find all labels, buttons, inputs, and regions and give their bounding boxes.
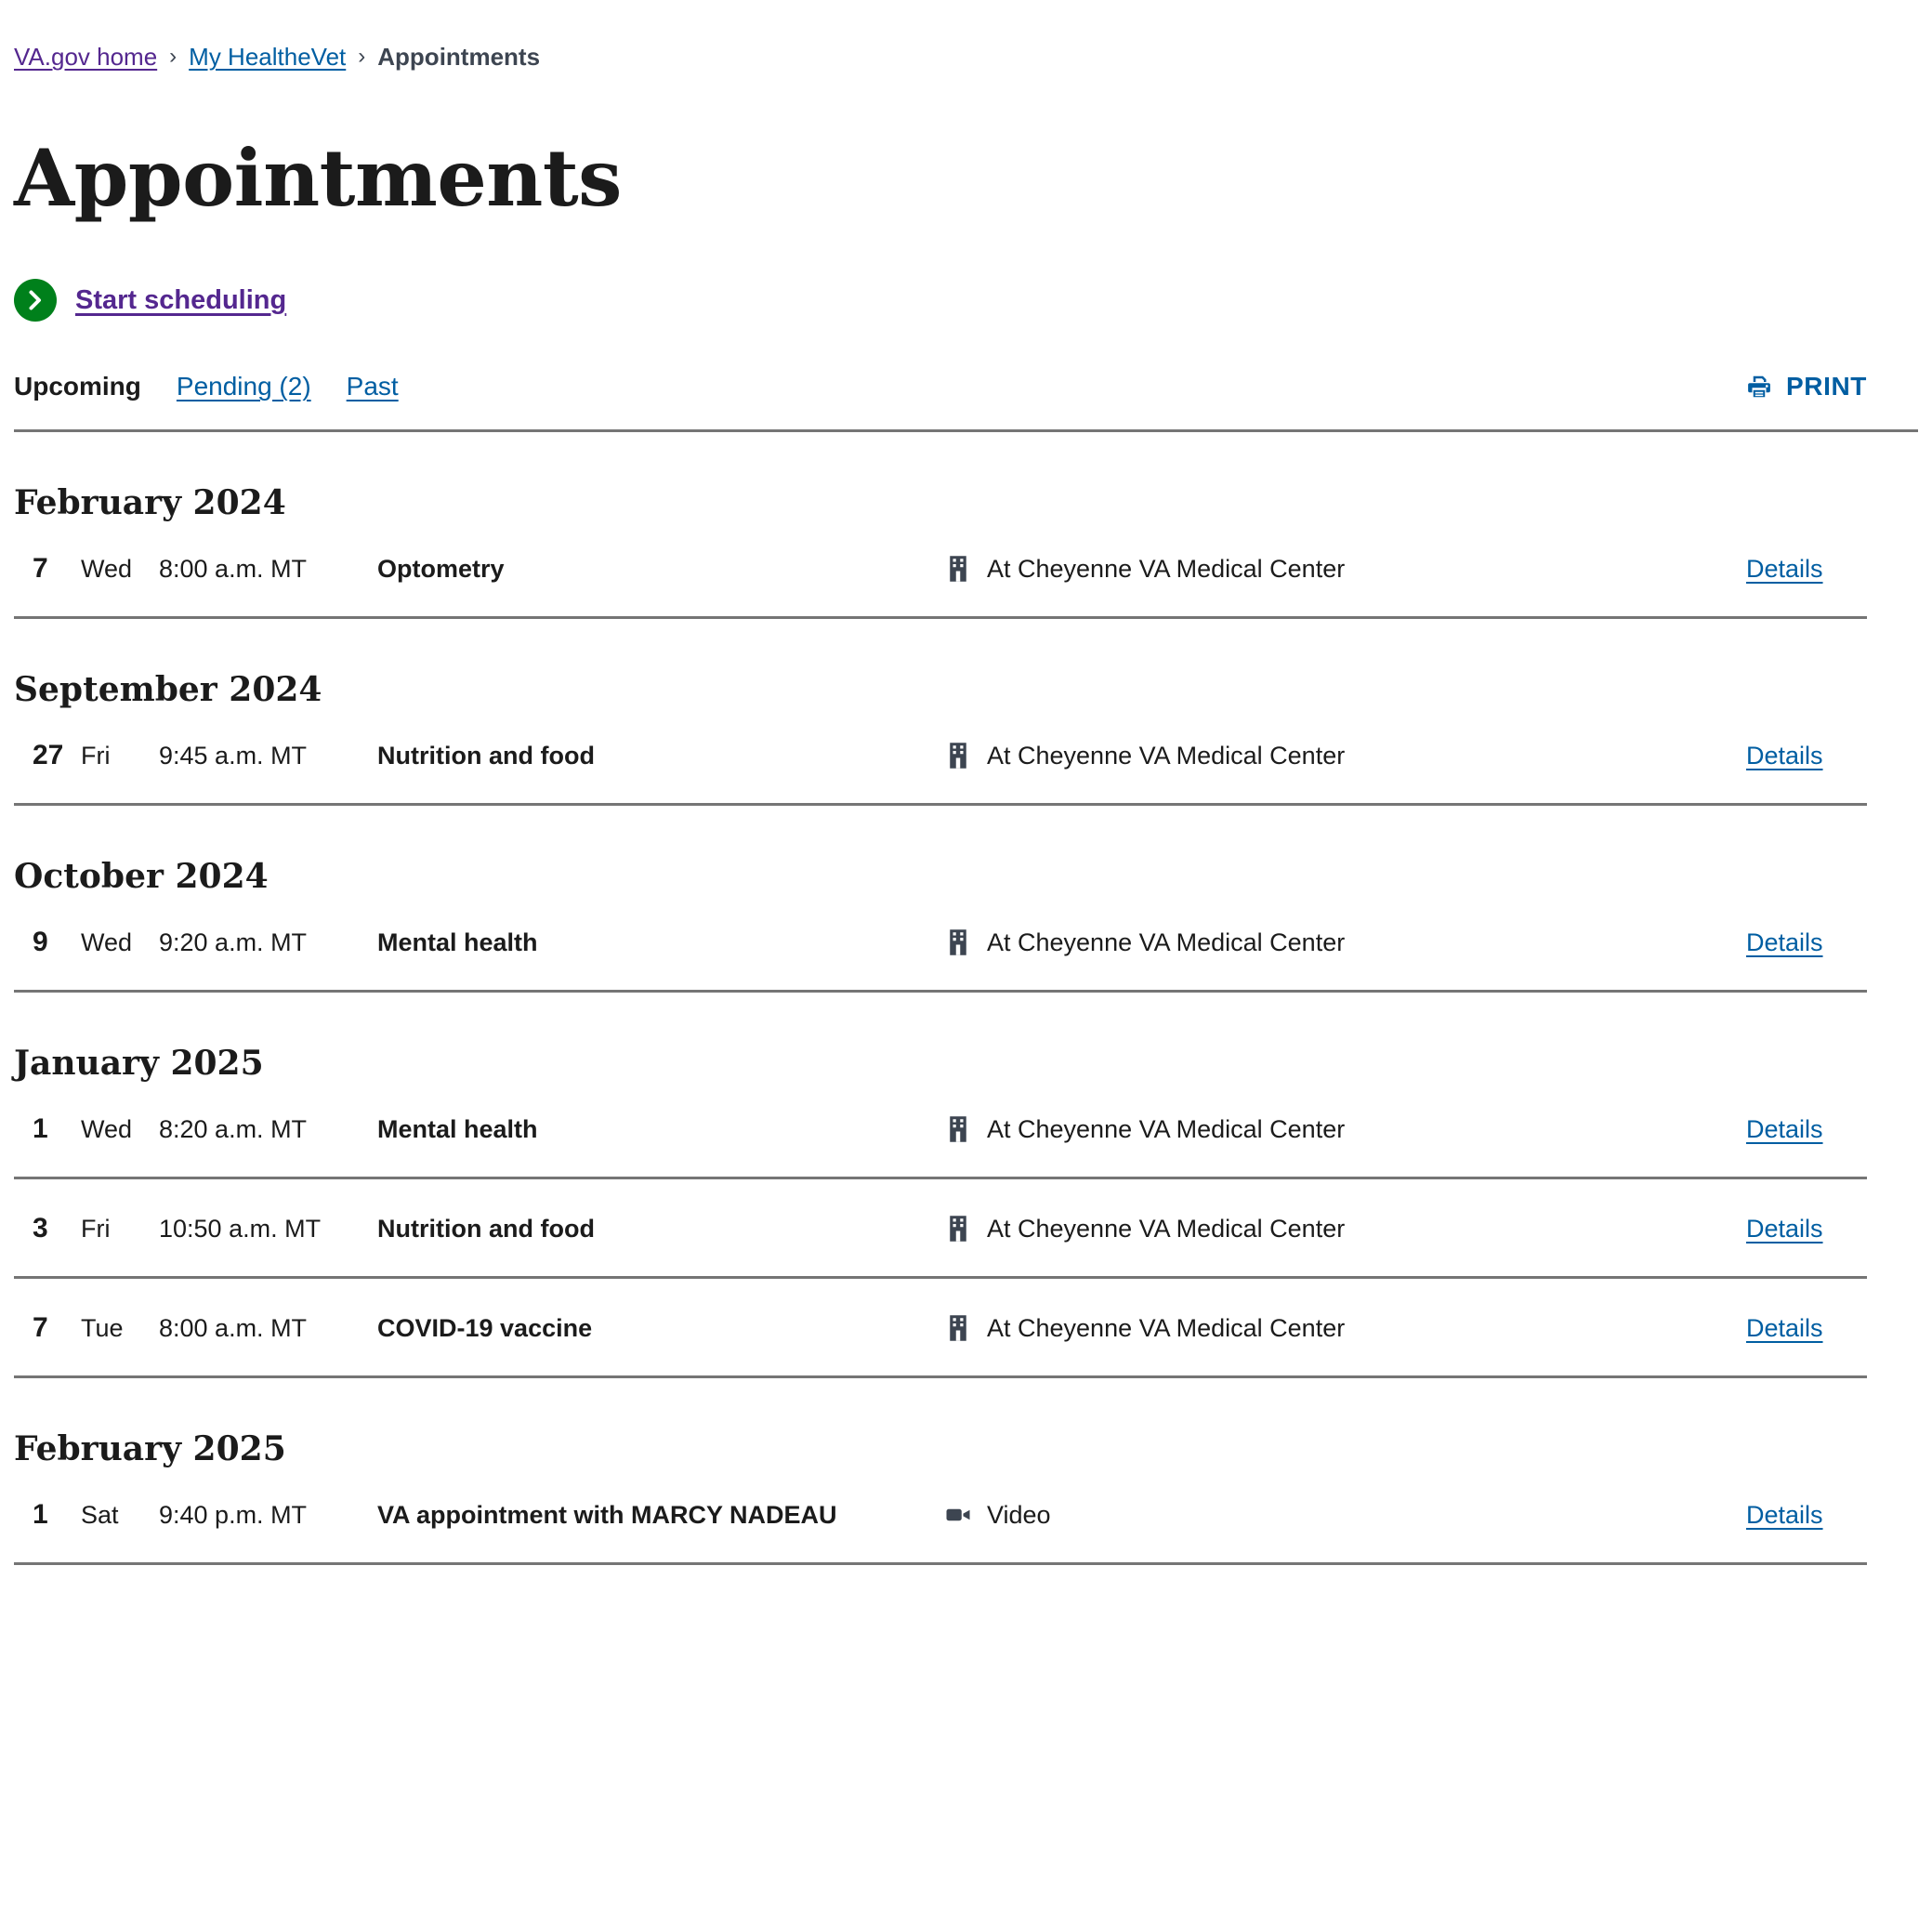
appointment-time: 10:50 a.m. MT [159, 1214, 322, 1243]
appointment-location-text: At Cheyenne VA Medical Center [987, 1114, 1346, 1143]
breadcrumb-item-va-gov-home[interactable]: VA.gov home [14, 45, 157, 69]
appointment-location: At Cheyenne VA Medical Center [944, 742, 1746, 770]
appointment-type: COVID-19 vaccine [377, 1313, 593, 1342]
building-icon [944, 1314, 972, 1342]
appointment-day: 9 [33, 927, 48, 957]
building-icon [944, 928, 972, 956]
appointment-weekday: Fri [81, 741, 111, 770]
month-heading: September 2024 [14, 670, 322, 709]
month-heading: October 2024 [14, 857, 269, 896]
appointment-day: 27 [33, 740, 64, 770]
appointment-row[interactable]: 1 Wed 8:20 a.m. MT Mental health At Cheyenne… [14, 1080, 1867, 1179]
appointment-time: 8:00 a.m. MT [159, 554, 308, 583]
appointment-weekday: Wed [81, 1114, 133, 1143]
appointment-row[interactable]: 7 Tue 8:00 a.m. MT COVID-19 vaccine At Cheye… [14, 1279, 1867, 1378]
appointment-weekday: Sat [81, 1500, 119, 1529]
start-scheduling-link[interactable]: Start scheduling [14, 279, 286, 322]
print-label: PRINT [1786, 372, 1867, 401]
tab-pending[interactable]: Pending (2) [177, 372, 311, 401]
appointment-day: 1 [33, 1113, 48, 1144]
appointment-time: 9:45 a.m. MT [159, 741, 308, 770]
month-heading: February 2025 [14, 1429, 286, 1468]
appointments-page: VA.gov home › My HealtheVet › Appointmen… [0, 0, 1932, 1908]
appointment-location: At Cheyenne VA Medical Center [944, 1115, 1746, 1144]
appointment-details-cell: Details [1746, 1115, 1867, 1144]
appointment-time: 9:40 p.m. MT [159, 1500, 308, 1529]
appointment-weekday: Wed [81, 554, 133, 583]
appointment-weekday: Tue [81, 1313, 124, 1342]
appointment-day: 7 [33, 1312, 48, 1343]
details-link[interactable]: Details [1746, 1115, 1823, 1143]
appointment-type: VA appointment with MARCY NADEAU [377, 1500, 837, 1529]
appointment-location: At Cheyenne VA Medical Center [944, 555, 1746, 584]
details-link[interactable]: Details [1746, 1501, 1823, 1529]
appointment-location-text: At Cheyenne VA Medical Center [987, 554, 1346, 583]
appointment-location-text: Video [987, 1500, 1051, 1529]
details-link[interactable]: Details [1746, 928, 1823, 956]
appointment-location-text: At Cheyenne VA Medical Center [987, 741, 1346, 770]
tab-bar: Upcoming Pending (2) Past PRINT [14, 372, 1918, 432]
printer-icon [1745, 373, 1773, 401]
appointment-row[interactable]: 1 Sat 9:40 p.m. MT VA appointment with MARC… [14, 1466, 1867, 1565]
tab-past[interactable]: Past [347, 372, 399, 401]
appointment-row[interactable]: 27 Fri 9:45 a.m. MT Nutrition and food At Ch… [14, 706, 1867, 806]
appointment-row[interactable]: 3 Fri 10:50 a.m. MT Nutrition and food At Ch… [14, 1179, 1867, 1279]
appointment-day: 1 [33, 1499, 48, 1530]
appointment-type: Mental health [377, 1114, 538, 1143]
appointment-details-cell: Details [1746, 555, 1867, 584]
breadcrumb-separator-icon: › [169, 44, 177, 69]
appointment-weekday: Wed [81, 928, 133, 956]
appointment-location: At Cheyenne VA Medical Center [944, 1314, 1746, 1343]
breadcrumb-item-appointments: Appointments [377, 43, 541, 71]
details-link[interactable]: Details [1746, 555, 1823, 583]
print-button[interactable]: PRINT [1745, 372, 1867, 401]
appointment-location: Video [944, 1501, 1746, 1530]
tab-list: Upcoming Pending (2) Past [14, 372, 434, 401]
appointment-weekday: Fri [81, 1214, 111, 1243]
month-heading: January 2025 [14, 1044, 264, 1083]
video-camera-icon [944, 1501, 972, 1529]
appointment-time: 8:00 a.m. MT [159, 1313, 308, 1342]
appointment-type: Nutrition and food [377, 1214, 595, 1243]
appointments-list: February 2024 7 Wed 8:00 a.m. MT Optometry At… [14, 432, 1918, 1565]
chevron-right-icon [14, 279, 57, 322]
appointment-type: Mental health [377, 928, 538, 956]
building-icon [944, 1215, 972, 1243]
appointment-location-text: At Cheyenne VA Medical Center [987, 928, 1346, 956]
tab-upcoming[interactable]: Upcoming [14, 372, 141, 401]
appointment-location-text: At Cheyenne VA Medical Center [987, 1214, 1346, 1243]
appointment-details-cell: Details [1746, 928, 1867, 957]
appointment-type: Nutrition and food [377, 741, 595, 770]
building-icon [944, 555, 972, 583]
details-link[interactable]: Details [1746, 1215, 1823, 1243]
start-scheduling-label: Start scheduling [75, 284, 287, 315]
building-icon [944, 1115, 972, 1143]
appointment-row[interactable]: 9 Wed 9:20 a.m. MT Mental health At Cheyenne… [14, 893, 1867, 993]
page-title: Appointments [14, 132, 622, 224]
building-icon [944, 742, 972, 770]
appointment-time: 8:20 a.m. MT [159, 1114, 308, 1143]
breadcrumb: VA.gov home › My HealtheVet › Appointmen… [14, 0, 1918, 69]
appointment-details-cell: Details [1746, 1314, 1867, 1343]
appointment-type: Optometry [377, 554, 505, 583]
appointment-row[interactable]: 7 Wed 8:00 a.m. MT Optometry At Cheyenne VA … [14, 520, 1867, 619]
appointment-location: At Cheyenne VA Medical Center [944, 1215, 1746, 1243]
appointment-location-text: At Cheyenne VA Medical Center [987, 1313, 1346, 1342]
breadcrumb-item-my-healthevet[interactable]: My HealtheVet [189, 45, 346, 69]
details-link[interactable]: Details [1746, 742, 1823, 770]
month-heading: February 2024 [14, 483, 286, 522]
appointment-details-cell: Details [1746, 1501, 1867, 1530]
breadcrumb-separator-icon: › [358, 44, 366, 69]
appointment-day: 7 [33, 553, 48, 584]
appointment-time: 9:20 a.m. MT [159, 928, 308, 956]
details-link[interactable]: Details [1746, 1314, 1823, 1342]
appointment-location: At Cheyenne VA Medical Center [944, 928, 1746, 957]
appointment-day: 3 [33, 1213, 48, 1243]
appointment-details-cell: Details [1746, 1215, 1867, 1243]
appointment-details-cell: Details [1746, 742, 1867, 770]
